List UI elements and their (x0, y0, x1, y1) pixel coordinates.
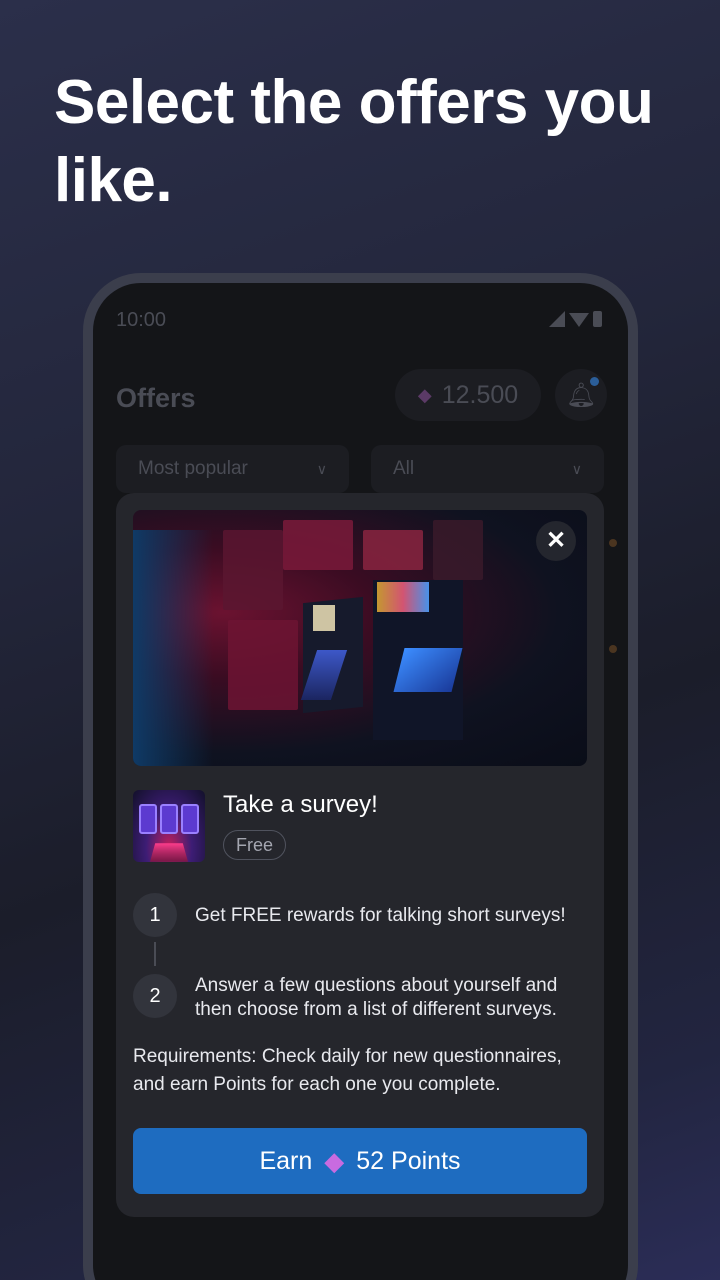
status-icons (549, 311, 602, 327)
offer-indicator (609, 645, 617, 653)
gem-icon: ◆ (417, 384, 432, 405)
chevron-down-icon: ∨ (316, 460, 327, 477)
offer-title: Take a survey! (223, 791, 378, 818)
gem-icon: ◆ (324, 1145, 345, 1176)
category-filter-label: All (393, 458, 415, 479)
earn-points-button[interactable]: Earn ◆ 52 Points (133, 1128, 587, 1194)
sort-filter-label: Most popular (138, 458, 248, 479)
battery-icon (593, 311, 602, 327)
chevron-down-icon: ∨ (571, 460, 582, 477)
headline: Select the offers you like. (54, 68, 654, 215)
earn-amount: 52 Points (356, 1146, 461, 1175)
step-number: 2 (133, 974, 177, 1018)
signal-icon (549, 311, 565, 327)
step-text: Answer a few questions about yourself an… (195, 975, 558, 1020)
wifi-icon (569, 313, 589, 327)
offer-modal: ✕ Take a survey! Free 1 Get FREE rewards… (116, 493, 604, 1217)
close-icon: ✕ (545, 527, 567, 554)
offer-indicator (609, 539, 617, 547)
points-balance[interactable]: ◆ 12.500 (395, 369, 541, 421)
points-value: 12.500 (441, 380, 519, 409)
requirements-text: Requirements: Check daily for new questi… (133, 1046, 562, 1095)
page-title: Offers (116, 383, 196, 413)
status-time: 10:00 (116, 309, 167, 331)
notifications-button[interactable]: 🔔︎ (555, 369, 607, 421)
step-text: Get FREE rewards for talking short surve… (195, 905, 566, 926)
sort-filter[interactable]: Most popular ∨ (116, 445, 349, 493)
close-button[interactable]: ✕ (536, 521, 576, 561)
offer-thumbnail (133, 790, 205, 862)
notification-dot (590, 377, 599, 386)
offer-hero-image (133, 510, 587, 766)
step-number: 1 (133, 893, 177, 937)
phone-mockup: 10:00 Offers ◆ 12.500 🔔︎ Most popular ∨ … (83, 273, 638, 1280)
earn-label: Earn (259, 1146, 313, 1175)
category-filter[interactable]: All ∨ (371, 445, 604, 493)
price-badge: Free (223, 830, 287, 860)
step-connector (154, 942, 156, 966)
phone-screen: 10:00 Offers ◆ 12.500 🔔︎ Most popular ∨ … (93, 283, 628, 1280)
